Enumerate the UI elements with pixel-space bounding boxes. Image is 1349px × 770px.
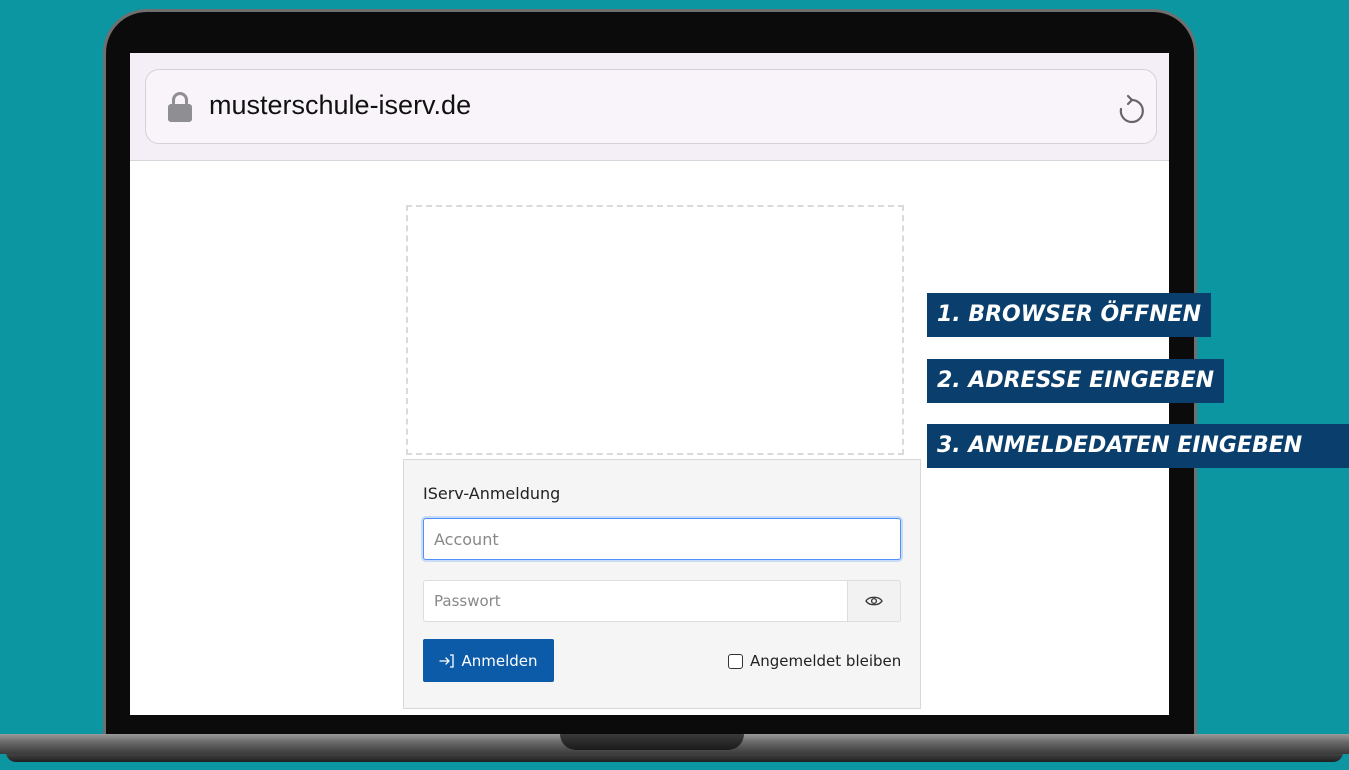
login-panel: IServ-Anmeldung Anmelden Angemeldet blei… — [403, 459, 921, 709]
lock-icon — [168, 92, 192, 122]
show-password-button[interactable] — [847, 580, 901, 622]
account-input[interactable] — [423, 518, 901, 560]
eye-icon — [865, 596, 883, 606]
remember-label: Angemeldet bleiben — [750, 652, 902, 670]
login-button[interactable]: Anmelden — [423, 639, 554, 682]
step-label-2: 2. ADRESSE EINGEBEN — [927, 359, 1225, 403]
step-label-1: 1. BROWSER ÖFFNEN — [927, 293, 1212, 337]
remember-me[interactable]: Angemeldet bleiben — [728, 652, 901, 670]
login-title: IServ-Anmeldung — [423, 484, 561, 503]
remember-checkbox[interactable] — [728, 653, 743, 669]
reload-icon[interactable] — [1118, 94, 1144, 124]
url-text[interactable]: musterschule-iserv.de — [209, 90, 471, 121]
address-bar[interactable]: musterschule-iserv.de — [145, 69, 1157, 144]
login-arrow-icon — [439, 653, 455, 668]
logo-placeholder — [406, 205, 904, 455]
step-label-3: 3. ANMELDEDATEN EINGEBEN — [927, 424, 1349, 468]
laptop-base — [0, 734, 1349, 770]
browser-toolbar: musterschule-iserv.de — [130, 53, 1169, 161]
login-button-label: Anmelden — [461, 651, 538, 670]
password-input[interactable] — [423, 580, 847, 622]
